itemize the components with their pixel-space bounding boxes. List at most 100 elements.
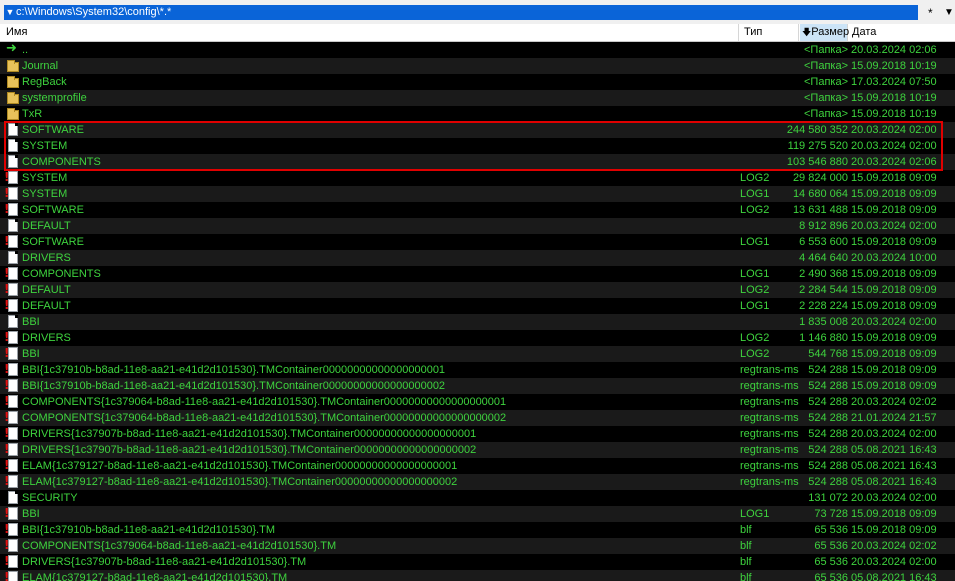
file-name: ELAM{1c379127-b8ad-11e8-aa21-e41d2d10153…: [22, 460, 458, 472]
file-row[interactable]: COMPONENTS{1c379064-b8ad-11e8-aa21-e41d2…: [0, 394, 955, 410]
file-row[interactable]: DRIVERS LOG2 1 146 88015.09.2018 09:09: [0, 330, 955, 346]
drive-dropdown-icon[interactable]: ▼: [4, 5, 16, 20]
file-icon: [7, 139, 19, 152]
file-type: LOG1: [740, 508, 770, 520]
sort-desc-arrow-icon: 🡇: [802, 27, 812, 37]
file-row[interactable]: DEFAULT 8 912 896 20.03.2024 02:00: [0, 218, 955, 234]
system-file-icon: [4, 346, 19, 360]
file-size: 524 288: [808, 460, 848, 472]
file-date: 05.08.2021 16:43: [851, 444, 937, 456]
file-row[interactable]: SOFTWARE 244 580 352 20.03.2024 02:00: [0, 122, 955, 138]
file-name: SYSTEM: [22, 172, 68, 184]
file-type: regtrans-ms: [740, 476, 799, 488]
file-icon: [7, 155, 19, 168]
system-file-icon: [4, 202, 19, 216]
file-type: regtrans-ms: [740, 412, 799, 424]
file-name: BBI: [22, 316, 40, 328]
path-input[interactable]: ▼ c:\Windows\System32\config\*.*: [4, 5, 918, 20]
file-size: 65 536: [814, 540, 848, 552]
file-size: 131 072: [808, 492, 848, 504]
file-size: 4 464 640: [799, 252, 848, 264]
file-row[interactable]: BBI LOG1 73 72815.09.2018 09:09: [0, 506, 955, 522]
folder-icon: [7, 108, 19, 120]
file-row[interactable]: DRIVERS 4 464 640 20.03.2024 10:00: [0, 250, 955, 266]
file-type: LOG2: [740, 172, 770, 184]
file-row[interactable]: BBI{1c37910b-b8ad-11e8-aa21-e41d2d101530…: [0, 522, 955, 538]
file-size: 2 490 368: [799, 268, 848, 280]
file-row[interactable]: BBI{1c37910b-b8ad-11e8-aa21-e41d2d101530…: [0, 362, 955, 378]
system-file-icon: [4, 474, 19, 488]
file-row[interactable]: DEFAULT LOG2 2 284 54415.09.2018 09:09: [0, 282, 955, 298]
file-date: 15.09.2018 09:09: [851, 348, 937, 360]
file-row[interactable]: DRIVERS{1c37907b-b8ad-11e8-aa21-e41d2d10…: [0, 554, 955, 570]
file-row[interactable]: ELAM{1c379127-b8ad-11e8-aa21-e41d2d10153…: [0, 570, 955, 581]
file-name: BBI{1c37910b-b8ad-11e8-aa21-e41d2d101530…: [22, 524, 275, 536]
file-row[interactable]: SYSTEM LOG2 29 824 00015.09.2018 09:09: [0, 170, 955, 186]
file-name: BBI{1c37910b-b8ad-11e8-aa21-e41d2d101530…: [22, 380, 446, 392]
file-row[interactable]: ELAM{1c379127-b8ad-11e8-aa21-e41d2d10153…: [0, 474, 955, 490]
file-row[interactable]: COMPONENTS LOG1 2 490 36815.09.2018 09:09: [0, 266, 955, 282]
file-type: regtrans-ms: [740, 428, 799, 440]
file-type: LOG1: [740, 300, 770, 312]
file-type: blf: [740, 556, 752, 568]
file-row[interactable]: ELAM{1c379127-b8ad-11e8-aa21-e41d2d10153…: [0, 458, 955, 474]
file-size: <Папка>: [804, 44, 848, 56]
chevron-down-icon[interactable]: ▼: [944, 5, 954, 20]
file-row[interactable]: SYSTEM 119 275 520 20.03.2024 02:00: [0, 138, 955, 154]
file-row[interactable]: COMPONENTS{1c379064-b8ad-11e8-aa21-e41d2…: [0, 410, 955, 426]
file-row[interactable]: SECURITY 131 072 20.03.2024 02:00: [0, 490, 955, 506]
system-file-icon: [4, 330, 19, 344]
file-size: 1 146 880: [799, 332, 848, 344]
file-date: 15.09.2018 10:19: [851, 108, 937, 120]
file-date: 15.09.2018 10:19: [851, 60, 937, 72]
file-row[interactable]: DEFAULT LOG1 2 228 22415.09.2018 09:09: [0, 298, 955, 314]
file-date: 20.03.2024 02:00: [851, 316, 937, 328]
file-row[interactable]: COMPONENTS 103 546 880 20.03.2024 02:06: [0, 154, 955, 170]
file-size: 119 275 520: [787, 140, 848, 152]
file-row[interactable]: DRIVERS{1c37907b-b8ad-11e8-aa21-e41d2d10…: [0, 442, 955, 458]
file-row[interactable]: COMPONENTS{1c379064-b8ad-11e8-aa21-e41d2…: [0, 538, 955, 554]
file-row[interactable]: SYSTEM LOG1 14 680 06415.09.2018 09:09: [0, 186, 955, 202]
file-row[interactable]: SOFTWARE LOG1 6 553 60015.09.2018 09:09: [0, 234, 955, 250]
file-row[interactable]: Journal <Папка> 15.09.2018 10:19: [0, 58, 955, 74]
file-row[interactable]: BBI{1c37910b-b8ad-11e8-aa21-e41d2d101530…: [0, 378, 955, 394]
path-text: c:\Windows\System32\config\*.*: [16, 6, 172, 18]
system-file-icon: [4, 362, 19, 376]
file-row[interactable]: SOFTWARE LOG2 13 631 48815.09.2018 09:09: [0, 202, 955, 218]
file-row[interactable]: TxR <Папка> 15.09.2018 10:19: [0, 106, 955, 122]
file-type: LOG2: [740, 204, 770, 216]
file-size: 65 536: [814, 572, 848, 581]
file-row[interactable]: RegBack <Папка> 17.03.2024 07:50: [0, 74, 955, 90]
file-type: regtrans-ms: [740, 396, 799, 408]
parent-dir-arrow-icon: ➜: [6, 42, 17, 56]
file-type: regtrans-ms: [740, 460, 799, 472]
file-row[interactable]: ➜.. <Папка> 20.03.2024 02:06: [0, 42, 955, 58]
file-date: 15.09.2018 09:09: [851, 268, 937, 280]
file-name: COMPONENTS: [22, 156, 101, 168]
file-size: 524 288: [808, 428, 848, 440]
filter-dropdown[interactable]: * ▼: [924, 5, 954, 20]
file-type: blf: [740, 572, 752, 581]
file-row[interactable]: BBI 1 835 008 20.03.2024 02:00: [0, 314, 955, 330]
column-header-type[interactable]: Тип: [740, 24, 799, 41]
column-header-size[interactable]: 🡇Размер: [800, 24, 849, 41]
file-row[interactable]: systemprofile <Папка> 15.09.2018 10:19: [0, 90, 955, 106]
file-row[interactable]: DRIVERS{1c37907b-b8ad-11e8-aa21-e41d2d10…: [0, 426, 955, 442]
column-header-name[interactable]: Имя: [0, 24, 739, 41]
file-date: 20.03.2024 02:00: [851, 556, 937, 568]
file-date: 20.03.2024 02:02: [851, 396, 937, 408]
file-name: COMPONENTS{1c379064-b8ad-11e8-aa21-e41d2…: [22, 540, 337, 552]
file-name: COMPONENTS: [22, 268, 101, 280]
file-row[interactable]: BBI LOG2 544 76815.09.2018 09:09: [0, 346, 955, 362]
folder-icon: [7, 60, 19, 72]
file-type: blf: [740, 540, 752, 552]
path-bar: ▼ c:\Windows\System32\config\*.* * ▼: [0, 0, 955, 24]
file-size: 524 288: [808, 444, 848, 456]
system-file-icon: [4, 458, 19, 472]
file-date: 15.09.2018 09:09: [851, 300, 937, 312]
file-date: 20.03.2024 02:00: [851, 492, 937, 504]
file-size: 13 631 488: [792, 204, 848, 216]
file-date: 15.09.2018 09:09: [851, 284, 937, 296]
column-header-date[interactable]: Дата: [849, 24, 955, 41]
file-size: <Папка>: [804, 108, 848, 120]
